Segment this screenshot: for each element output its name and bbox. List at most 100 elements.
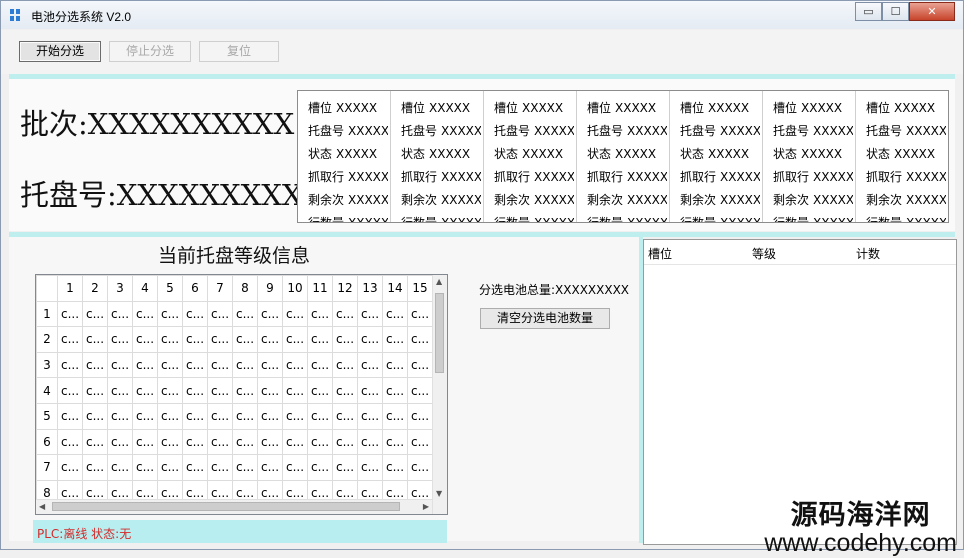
scroll-down-icon[interactable]: ▼: [436, 489, 442, 498]
grid-cell[interactable]: c...: [182, 402, 208, 430]
grid-row-header[interactable]: 6: [36, 428, 58, 456]
grid-cell[interactable]: c...: [332, 326, 358, 353]
grid-row-header[interactable]: 4: [36, 377, 58, 404]
grid-cell[interactable]: c...: [157, 454, 183, 481]
grid-column-header[interactable]: 2: [82, 275, 108, 302]
grid-cell[interactable]: c...: [157, 300, 183, 328]
vertical-scroll-thumb[interactable]: [435, 293, 444, 373]
scroll-left-icon[interactable]: ◀: [39, 502, 45, 511]
scroll-right-icon[interactable]: ▶: [423, 502, 429, 511]
maximize-button[interactable]: ☐: [882, 2, 909, 21]
grid-cell[interactable]: c...: [57, 351, 83, 379]
grid-cell[interactable]: c...: [382, 377, 408, 404]
grid-cell[interactable]: c...: [207, 300, 233, 328]
grid-cell[interactable]: c...: [382, 454, 408, 481]
grid-column-header[interactable]: 3: [107, 275, 133, 302]
grid-cell[interactable]: c...: [207, 428, 233, 456]
grid-column-header[interactable]: 11: [307, 275, 333, 302]
grid-cell[interactable]: c...: [282, 377, 308, 404]
grid-row-header[interactable]: 7: [36, 454, 58, 481]
grid-cell[interactable]: c...: [382, 300, 408, 328]
grid-cell[interactable]: c...: [382, 351, 408, 379]
grid-cell[interactable]: c...: [357, 300, 383, 328]
grid-cell[interactable]: c...: [257, 351, 283, 379]
grid-cell[interactable]: c...: [232, 377, 258, 404]
grid-cell[interactable]: c...: [307, 402, 333, 430]
grid-cell[interactable]: c...: [407, 454, 433, 481]
grid-cell[interactable]: c...: [307, 377, 333, 404]
tray-grade-grid[interactable]: 1 2 3 4 5 6 7 8 9 10 11 12 13 14 15 1 c... c... c... c... c.…: [35, 274, 448, 515]
grid-cell[interactable]: c...: [382, 326, 408, 353]
grid-cell[interactable]: c...: [232, 402, 258, 430]
grid-cell[interactable]: c...: [332, 300, 358, 328]
grid-column-header[interactable]: 8: [232, 275, 258, 302]
grid-cell[interactable]: c...: [182, 326, 208, 353]
clear-count-button[interactable]: 清空分选电池数量: [480, 308, 610, 329]
grid-cell[interactable]: c...: [132, 326, 158, 353]
scroll-up-icon[interactable]: ▲: [436, 277, 442, 286]
grid-cell[interactable]: c...: [57, 454, 83, 481]
grid-cell[interactable]: c...: [332, 377, 358, 404]
grid-column-header[interactable]: 4: [132, 275, 158, 302]
grid-cell[interactable]: c...: [407, 402, 433, 430]
grid-cell[interactable]: c...: [82, 402, 108, 430]
grid-cell[interactable]: c...: [157, 402, 183, 430]
grid-cell[interactable]: c...: [307, 300, 333, 328]
grid-cell[interactable]: c...: [407, 300, 433, 328]
grid-cell[interactable]: c...: [357, 402, 383, 430]
grid-column-header[interactable]: 9: [257, 275, 283, 302]
start-sorting-button[interactable]: 开始分选: [19, 41, 101, 62]
grid-cell[interactable]: c...: [132, 377, 158, 404]
grid-cell[interactable]: c...: [307, 326, 333, 353]
grid-cell[interactable]: c...: [82, 428, 108, 456]
grid-cell[interactable]: c...: [182, 377, 208, 404]
grid-cell[interactable]: c...: [157, 377, 183, 404]
grid-cell[interactable]: c...: [157, 351, 183, 379]
grid-row-header[interactable]: 1: [36, 300, 58, 328]
grid-cell[interactable]: c...: [82, 326, 108, 353]
grid-cell[interactable]: c...: [382, 402, 408, 430]
grid-cell[interactable]: c...: [57, 377, 83, 404]
grid-cell[interactable]: c...: [107, 402, 133, 430]
grid-cell[interactable]: c...: [82, 300, 108, 328]
grid-cell[interactable]: c...: [257, 326, 283, 353]
grid-cell[interactable]: c...: [307, 454, 333, 481]
grid-cell[interactable]: c...: [182, 300, 208, 328]
horizontal-scrollbar[interactable]: ◀ ▶: [36, 499, 432, 514]
grid-cell[interactable]: c...: [257, 377, 283, 404]
grid-cell[interactable]: c...: [107, 351, 133, 379]
grid-cell[interactable]: c...: [332, 428, 358, 456]
grid-cell[interactable]: c...: [232, 428, 258, 456]
grid-cell[interactable]: c...: [57, 402, 83, 430]
grid-cell[interactable]: c...: [232, 351, 258, 379]
grid-cell[interactable]: c...: [107, 377, 133, 404]
grid-cell[interactable]: c...: [257, 300, 283, 328]
grid-cell[interactable]: c...: [357, 454, 383, 481]
grid-cell[interactable]: c...: [232, 300, 258, 328]
grid-cell[interactable]: c...: [207, 377, 233, 404]
grid-cell[interactable]: c...: [357, 377, 383, 404]
grid-cell[interactable]: c...: [107, 326, 133, 353]
grid-cell[interactable]: c...: [57, 326, 83, 353]
grid-cell[interactable]: c...: [82, 377, 108, 404]
grid-column-header[interactable]: 10: [282, 275, 308, 302]
grid-cell[interactable]: c...: [282, 300, 308, 328]
grid-cell[interactable]: c...: [132, 402, 158, 430]
grid-cell[interactable]: c...: [407, 377, 433, 404]
grid-cell[interactable]: c...: [107, 454, 133, 481]
grid-cell[interactable]: c...: [307, 351, 333, 379]
grid-cell[interactable]: c...: [332, 402, 358, 430]
grid-cell[interactable]: c...: [207, 454, 233, 481]
grid-cell[interactable]: c...: [257, 402, 283, 430]
grid-cell[interactable]: c...: [82, 351, 108, 379]
grid-row-header[interactable]: 5: [36, 402, 58, 430]
vertical-scrollbar[interactable]: ▲ ▼: [432, 275, 447, 514]
close-button[interactable]: ✕: [909, 2, 955, 21]
grid-column-header[interactable]: 6: [182, 275, 208, 302]
column-header-grade[interactable]: 等级: [752, 245, 776, 262]
grid-cell[interactable]: c...: [57, 300, 83, 328]
grid-column-header[interactable]: 13: [357, 275, 383, 302]
grid-cell[interactable]: c...: [82, 454, 108, 481]
grid-column-header[interactable]: 5: [157, 275, 183, 302]
grid-cell[interactable]: c...: [307, 428, 333, 456]
